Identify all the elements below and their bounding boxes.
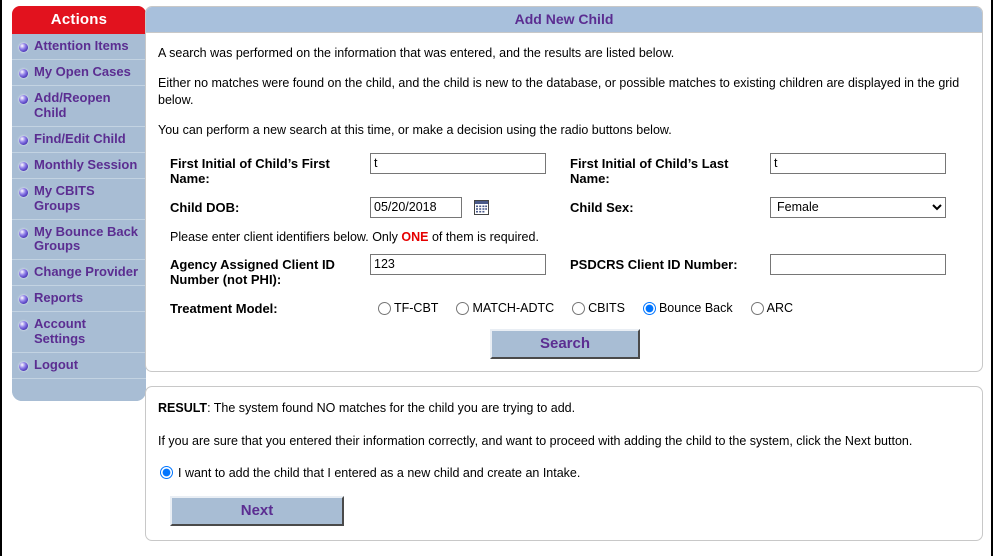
sidebar-item-account-settings[interactable]: Account Settings — [12, 312, 146, 354]
child-sex-select[interactable]: Female — [770, 196, 946, 218]
bullet-dot-icon — [19, 68, 28, 78]
bullet-dot-icon — [19, 187, 28, 197]
bullet-dot-icon — [19, 295, 28, 305]
bullet-dot-icon — [19, 321, 28, 331]
psdcrs-client-id-control — [770, 253, 958, 275]
sidebar-item-change-provider[interactable]: Change Provider — [12, 260, 146, 287]
treatment-model-radio-cbits[interactable] — [572, 301, 586, 315]
search-panel-body: A search was performed on the informatio… — [146, 33, 982, 371]
result-message: RESULT: The system found NO matches for … — [158, 400, 970, 417]
sidebar-item-label: My Open Cases — [34, 63, 131, 79]
sidebar-item-attention-items[interactable]: Attention Items — [12, 34, 146, 60]
search-button[interactable]: Search — [490, 328, 640, 359]
treatment-model-option-label: CBITS — [588, 301, 625, 316]
sidebar-list: Attention Items My Open Cases Add/Reopen… — [12, 34, 146, 402]
treatment-model-radio-bounce-back[interactable] — [642, 301, 656, 315]
add-new-child-radio[interactable] — [160, 466, 173, 480]
sidebar-item-label: My Bounce Back Groups — [34, 223, 139, 254]
treatment-model-option-tf-cbt[interactable]: TF-CBT — [378, 301, 438, 315]
first-initial-last-name-label: First Initial of Child’s Last Name: — [570, 155, 729, 187]
main-content: Add New Child A search was performed on … — [145, 6, 983, 541]
identifier-note-emphasis: ONE — [401, 229, 429, 244]
sidebar-item-label: Monthly Session — [34, 156, 138, 172]
result-label: RESULT — [158, 400, 208, 415]
child-sex-control: Female — [770, 196, 958, 218]
treatment-model-option-bounce-back[interactable]: Bounce Back — [642, 301, 733, 316]
add-new-child-panel: Add New Child A search was performed on … — [145, 6, 983, 372]
sidebar-item-my-cbits-groups[interactable]: My CBITS Groups — [12, 179, 146, 220]
treatment-model-radio-arc[interactable] — [750, 301, 764, 315]
treatment-model-option-label: MATCH-ADTC — [472, 301, 555, 316]
agency-client-id-input[interactable] — [370, 253, 546, 275]
psdcrs-client-id-input[interactable] — [770, 253, 946, 275]
bullet-dot-icon — [19, 228, 28, 238]
treatment-model-option-label: TF-CBT — [394, 301, 439, 316]
result-panel: RESULT: The system found NO matches for … — [145, 385, 983, 541]
child-dob-control — [370, 196, 570, 218]
sidebar-item-label: Change Provider — [34, 264, 139, 280]
treatment-model-row: Treatment Model: TF-CBT MATCH-ADTC CBITS — [170, 301, 972, 316]
add-new-child-choice-label: I want to add the child that I entered a… — [178, 465, 581, 480]
sidebar-item-find-edit-child[interactable]: Find/Edit Child — [12, 127, 146, 153]
intro-paragraph-3: You can perform a new search at this tim… — [158, 122, 672, 137]
first-initial-last-name-control — [770, 152, 958, 174]
sidebar: Actions Attention Items My Open Cases Ad… — [12, 6, 146, 402]
bullet-dot-icon — [19, 161, 28, 171]
first-initial-last-name-input[interactable] — [770, 152, 946, 174]
agency-client-id-control — [370, 253, 570, 275]
treatment-model-option-label: ARC — [766, 301, 794, 316]
bullet-dot-icon — [19, 43, 28, 52]
treatment-model-option-label: Bounce Back — [658, 301, 733, 316]
sidebar-item-reports[interactable]: Reports — [12, 286, 146, 313]
treatment-model-radio-match-adtc[interactable] — [456, 301, 470, 315]
result-panel-body: RESULT: The system found NO matches for … — [146, 387, 982, 540]
treatment-model-option-cbits[interactable]: CBITS — [572, 301, 625, 315]
psdcrs-client-id-label: PSDCRS Client ID Number: — [570, 256, 738, 272]
sidebar-item-my-bounce-back-groups[interactable]: My Bounce Back Groups — [12, 220, 146, 261]
sidebar-item-add-reopen-child[interactable]: Add/Reopen Child — [12, 86, 146, 127]
page-title: Add New Child — [146, 7, 982, 33]
result-text: : The system found NO matches for the ch… — [207, 400, 576, 415]
calendar-icon[interactable] — [473, 200, 489, 216]
child-dob-label: Child DOB: — [170, 199, 240, 215]
treatment-model-option-arc[interactable]: ARC — [750, 301, 794, 316]
sidebar-item-my-open-cases[interactable]: My Open Cases — [12, 60, 146, 86]
result-instruction: If you are sure that you entered their i… — [158, 433, 913, 448]
intro-paragraph-1: A search was performed on the informatio… — [158, 46, 675, 60]
sidebar-header: Actions — [12, 6, 146, 34]
first-initial-first-name-control — [370, 152, 570, 174]
sidebar-item-label: Add/Reopen Child — [34, 89, 111, 120]
sidebar-item-label: Attention Items — [34, 38, 129, 53]
search-form: First Initial of Child’s First Name: Fir… — [170, 152, 972, 288]
treatment-model-option-match-adtc[interactable]: MATCH-ADTC — [456, 301, 554, 315]
bullet-dot-icon — [19, 269, 28, 279]
search-button-row: Search — [158, 328, 972, 359]
sidebar-item-label: My CBITS Groups — [34, 182, 95, 213]
bullet-dot-icon — [19, 135, 28, 145]
sidebar-item-label: Find/Edit Child — [34, 130, 126, 146]
next-button-row: Next — [170, 495, 970, 526]
bullet-dot-icon — [19, 94, 28, 104]
identifier-note: Please enter client identifiers below. O… — [170, 230, 958, 244]
sidebar-item-label: Reports — [34, 290, 84, 306]
sidebar-item-monthly-session[interactable]: Monthly Session — [12, 153, 146, 179]
sidebar-footer-spacer — [12, 379, 146, 402]
identifier-note-post: of them is required. — [428, 229, 539, 244]
treatment-model-label: Treatment Model: — [170, 300, 278, 316]
child-sex-label: Child Sex: — [570, 199, 634, 215]
sidebar-item-label: Logout — [34, 357, 79, 373]
sidebar-item-logout[interactable]: Logout — [12, 353, 146, 380]
first-initial-first-name-input[interactable] — [370, 152, 546, 174]
bullet-dot-icon — [19, 362, 28, 372]
intro-paragraph-2: Either no matches were found on the chil… — [158, 75, 960, 107]
child-dob-input[interactable] — [370, 196, 462, 218]
treatment-model-radio-tf-cbt[interactable] — [378, 301, 391, 315]
page-root: Actions Attention Items My Open Cases Ad… — [0, 0, 993, 556]
add-new-child-choice[interactable]: I want to add the child that I entered a… — [160, 466, 970, 480]
first-initial-first-name-label: First Initial of Child’s First Name: — [170, 155, 330, 187]
next-button[interactable]: Next — [170, 495, 344, 526]
identifier-note-pre: Please enter client identifiers below. O… — [170, 229, 402, 244]
agency-client-id-label: Agency Assigned Client ID Number (not PH… — [170, 256, 335, 288]
sidebar-item-label: Account Settings — [34, 316, 86, 347]
